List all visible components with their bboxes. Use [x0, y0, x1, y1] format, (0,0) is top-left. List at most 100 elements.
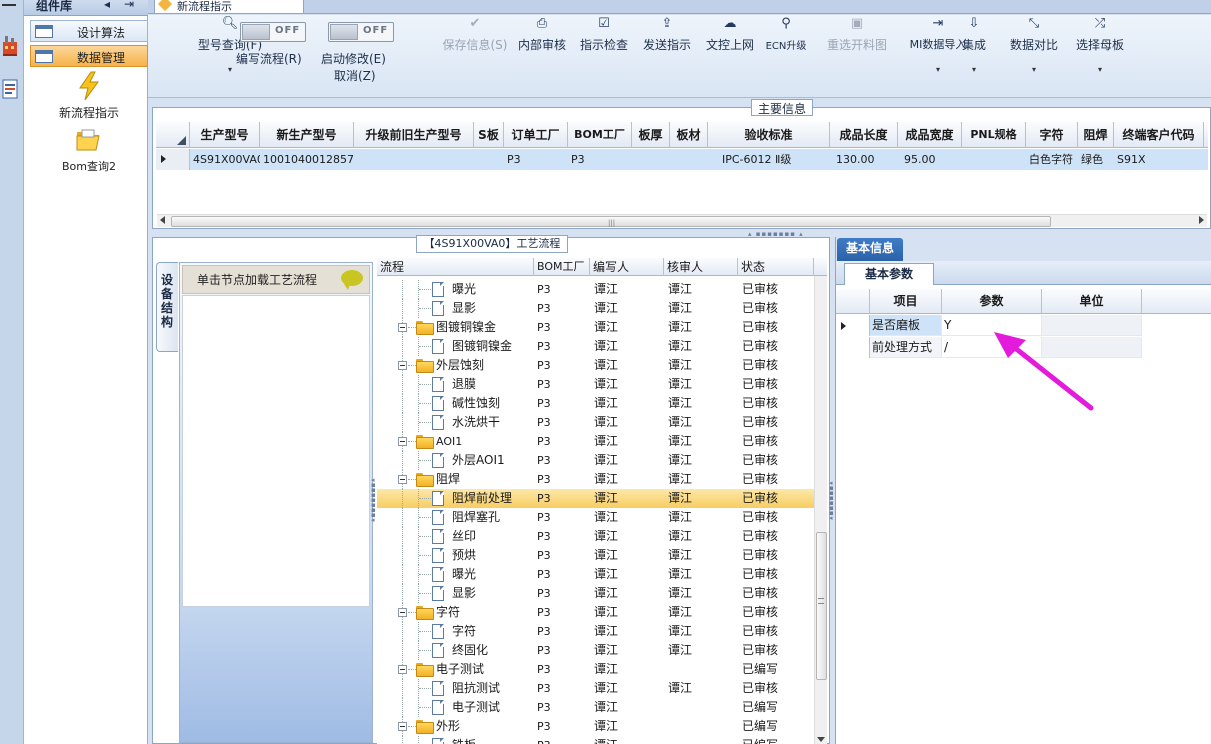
table-cell[interactable]: 4S91X00VA0	[190, 149, 260, 170]
scroll-left-icon[interactable]	[160, 216, 165, 224]
tree-row[interactable]: 外形 P3 谭江 已编写	[377, 717, 817, 736]
integration-button[interactable]: ⇩ 集成 ▾	[940, 15, 986, 85]
mi-data-import-button[interactable]: ⇥ MI数据导入 ▾	[862, 15, 967, 85]
table-cell[interactable]: P3	[504, 149, 568, 170]
collapse-icon[interactable]	[398, 475, 407, 484]
tree-row[interactable]: 外层AOI1 P3 谭江 谭江 已审核	[377, 451, 817, 470]
tree-row[interactable]: 显影 P3 谭江 谭江 已审核	[377, 299, 817, 318]
tree-row[interactable]: 显影 P3 谭江 谭江 已审核	[377, 584, 817, 603]
minimize-icon[interactable]	[2, 4, 16, 6]
table-cell[interactable]	[354, 149, 474, 170]
table-cell[interactable]: 绿色	[1078, 149, 1114, 170]
tree-row[interactable]: AOI1 P3 谭江 谭江 已审核	[377, 432, 817, 451]
scroll-thumb[interactable]	[816, 532, 827, 680]
start-modify-toggle[interactable]: OFF	[328, 22, 394, 42]
tool-new-process-instruction[interactable]: 新流程指示	[30, 70, 148, 122]
column-header-param[interactable]: 参数	[942, 289, 1042, 314]
tree-row[interactable]: 电子测试 P3 谭江 已编写	[377, 698, 817, 717]
tree-row[interactable]: 曝光 P3 谭江 谭江 已审核	[377, 565, 817, 584]
vertical-scrollbar[interactable]	[814, 276, 827, 744]
tree-row[interactable]: 字符 P3 谭江 谭江 已审核	[377, 603, 817, 622]
tree-row[interactable]: 终固化 P3 谭江 谭江 已审核	[377, 641, 817, 660]
tree-row[interactable]: 丝印 P3 谭江 谭江 已审核	[377, 527, 817, 546]
column-header[interactable]: 订单工厂	[504, 122, 568, 148]
tree-row[interactable]: 外层蚀刻 P3 谭江 谭江 已审核	[377, 356, 817, 375]
instruction-check-button[interactable]: ☑ 指示检查	[546, 15, 628, 63]
data-compare-button[interactable]: ⤡ 数据对比 ▾	[982, 15, 1058, 85]
collapse-icon[interactable]	[398, 361, 407, 370]
internal-review-button[interactable]: ⎙ 内部审核	[482, 15, 566, 63]
tree-row[interactable]: 字符 P3 谭江 谭江 已审核	[377, 622, 817, 641]
column-header[interactable]: 成品宽度	[898, 122, 962, 148]
collapse-icon[interactable]	[398, 665, 407, 674]
column-header[interactable]: 板厚	[632, 122, 670, 148]
cancel-label[interactable]: 取消(Z)	[334, 67, 376, 84]
column-header[interactable]: BOM工厂	[568, 122, 632, 148]
scroll-thumb[interactable]: |||	[171, 216, 1051, 227]
table-cell[interactable]	[474, 149, 504, 170]
row-indicator[interactable]	[836, 315, 870, 336]
row-indicator[interactable]	[836, 337, 870, 358]
tree-row[interactable]: 图镀铜镍金 P3 谭江 谭江 已审核	[377, 318, 817, 337]
category-design-algorithm[interactable]: 设计算法	[30, 20, 148, 42]
tree-row[interactable]: 碱性蚀刻 P3 谭江 谭江 已审核	[377, 394, 817, 413]
grid-corner[interactable]	[156, 122, 190, 148]
tree-row[interactable]: 水洗烘干 P3 谭江 谭江 已审核	[377, 413, 817, 432]
tree-row[interactable]: 曝光 P3 谭江 谭江 已审核	[377, 280, 817, 299]
tab-equipment-structure[interactable]: 设备结构	[156, 262, 178, 352]
column-header[interactable]: 板材	[670, 122, 708, 148]
tab-basic-params[interactable]: 基本参数	[844, 263, 934, 285]
table-cell[interactable]	[632, 149, 670, 170]
column-header[interactable]: 字符	[1026, 122, 1078, 148]
table-cell[interactable]: IPC-6012 Ⅱ级	[708, 149, 830, 170]
column-header-status[interactable]: 状态	[738, 258, 814, 276]
column-header[interactable]: 阻焊	[1078, 122, 1114, 148]
tree-row[interactable]: 图镀铜镍金 P3 谭江 谭江 已审核	[377, 337, 817, 356]
column-header[interactable]: 生产型号	[190, 122, 260, 148]
column-header[interactable]: 成品长度	[830, 122, 898, 148]
table-cell[interactable]: 10010400128577	[260, 149, 354, 170]
tree-row[interactable]: 退膜 P3 谭江 谭江 已审核	[377, 375, 817, 394]
tab-new-process-instruction[interactable]: 新流程指示	[154, 0, 304, 14]
tree-row[interactable]: 预烘 P3 谭江 谭江 已审核	[377, 546, 817, 565]
collapse-icon[interactable]	[398, 323, 407, 332]
tree-row[interactable]: 阻焊 P3 谭江 谭江 已审核	[377, 470, 817, 489]
report-icon[interactable]	[1, 76, 19, 102]
row-indicator[interactable]	[156, 149, 190, 170]
column-header[interactable]: S板	[474, 122, 504, 148]
ecn-upgrade-button[interactable]: ⚲ ECN升级	[734, 15, 807, 63]
table-cell[interactable]: P3	[568, 149, 632, 170]
select-motherboard-button[interactable]: ⤮ 选择母板 ▾	[1044, 15, 1124, 85]
table-row[interactable]: 4S91X00VA0 10010400128577 P3 P3 IPC-6012 Ⅱ级 1…	[156, 149, 1208, 170]
collapse-left-icon[interactable]: ◂	[104, 0, 110, 11]
send-instruction-button[interactable]: ⇪ 发送指示	[609, 15, 691, 63]
nav-tree-area[interactable]	[182, 295, 370, 607]
column-header-reviewer[interactable]: 核审人	[664, 258, 738, 276]
scroll-right-icon[interactable]	[1199, 216, 1204, 224]
collapse-icon[interactable]	[398, 608, 407, 617]
table-cell[interactable]	[670, 149, 708, 170]
collapse-icon[interactable]	[398, 437, 407, 446]
column-header-writer[interactable]: 编写人	[590, 258, 664, 276]
table-cell[interactable]	[962, 149, 1026, 170]
tree-row[interactable]: 电子测试 P3 谭江 已编写	[377, 660, 817, 679]
tree-row[interactable]: 阻抗测试 P3 谭江 谭江 已审核	[377, 679, 817, 698]
category-data-management[interactable]: 数据管理	[30, 45, 148, 67]
grid-corner[interactable]	[836, 289, 870, 314]
model-query-button[interactable]: 🔍︎ 型号查询(F) ▾	[154, 15, 262, 85]
table-cell[interactable]: S91X	[1114, 149, 1204, 170]
column-header[interactable]: 终端客户代码	[1114, 122, 1204, 148]
write-process-toggle[interactable]: OFF	[240, 22, 306, 42]
horizontal-scrollbar[interactable]: |||	[157, 214, 1207, 227]
doc-control-online-button[interactable]: ☁ 文控上网	[672, 15, 754, 63]
table-cell[interactable]: 95.00	[898, 149, 962, 170]
table-cell[interactable]: 130.00	[830, 149, 898, 170]
scroll-down-icon[interactable]	[817, 737, 825, 742]
tree-row[interactable]: 阻焊前处理 P3 谭江 谭江 已审核	[377, 489, 817, 508]
column-header[interactable]: 验收标准	[708, 122, 830, 148]
save-info-button[interactable]: ✔ 保存信息(S)	[403, 15, 508, 63]
column-header-item[interactable]: 项目	[870, 289, 942, 314]
column-header-unit[interactable]: 单位	[1042, 289, 1142, 314]
factory-icon[interactable]	[1, 32, 19, 58]
horizontal-splitter[interactable]: ▴ ▪▪▪▪▪▪▪ ▴	[148, 230, 1211, 238]
